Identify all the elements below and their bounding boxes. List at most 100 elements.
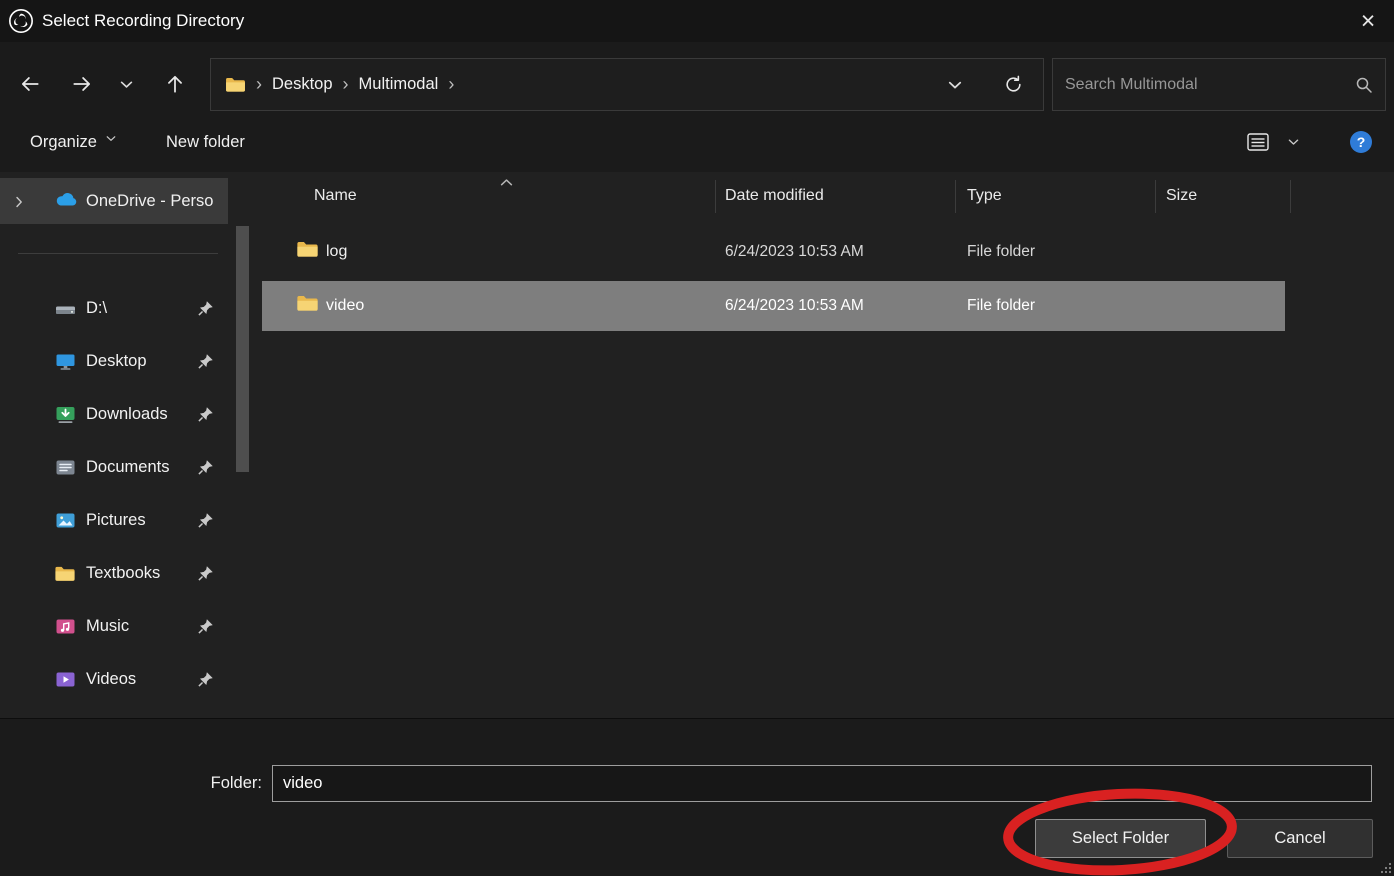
file-list: Name Date modified Type Size log 6/24/20… [260, 172, 1394, 718]
breadcrumb-multimodal[interactable]: Multimodal [359, 75, 439, 94]
folder-name-input[interactable] [272, 765, 1372, 802]
search-input[interactable] [1065, 76, 1355, 94]
folder-icon [296, 240, 319, 263]
dialog-chrome: › Desktop › Multimodal › [0, 42, 1394, 172]
sidebar-item-pictures[interactable]: Pictures [0, 494, 236, 547]
videos-icon [54, 670, 78, 690]
breadcrumb-separator: › [256, 74, 262, 95]
sidebar-item-label: Downloads [86, 405, 168, 424]
dialog-body: OneDrive - Perso D:\ De [0, 172, 1394, 718]
sidebar-divider [18, 253, 218, 254]
music-icon [54, 617, 78, 637]
pin-icon[interactable] [197, 300, 214, 317]
obs-logo-icon [8, 8, 34, 34]
breadcrumb-separator: › [343, 74, 349, 95]
sidebar-item-label: Desktop [86, 352, 147, 371]
sidebar-item-label: Music [86, 617, 129, 636]
file-date-modified: 6/24/2023 10:53 AM [725, 281, 864, 331]
sidebar-scrollbar-thumb[interactable] [236, 226, 249, 472]
column-divider[interactable] [955, 180, 956, 213]
navigation-pane: OneDrive - Perso D:\ De [0, 172, 260, 718]
view-mode-dropdown[interactable] [1284, 112, 1303, 172]
file-dialog-window: Select Recording Directory × › Desktop [0, 0, 1394, 876]
sidebar-item-textbooks[interactable]: Textbooks [0, 547, 236, 600]
pictures-icon [54, 511, 78, 531]
back-button[interactable] [10, 64, 50, 104]
pin-icon[interactable] [197, 565, 214, 582]
sidebar-item-label: Documents [86, 458, 169, 477]
forward-button[interactable] [62, 64, 102, 104]
column-header-name[interactable]: Name [314, 172, 357, 220]
desktop-icon [54, 352, 78, 372]
pin-icon[interactable] [197, 459, 214, 476]
breadcrumb-separator: › [448, 74, 454, 95]
up-arrow-icon [164, 73, 186, 95]
sidebar-item-label: OneDrive - Perso [86, 178, 213, 224]
file-row-log[interactable]: log 6/24/2023 10:53 AM File folder [262, 227, 1285, 277]
file-date-modified: 6/24/2023 10:53 AM [725, 227, 864, 277]
address-bar[interactable]: › Desktop › Multimodal › [210, 58, 1044, 111]
sidebar-pinned-list: D:\ Desktop [0, 282, 236, 706]
pin-icon[interactable] [197, 512, 214, 529]
sort-ascending-icon [500, 174, 513, 192]
breadcrumb-desktop[interactable]: Desktop [272, 75, 333, 94]
drive-icon [54, 299, 78, 319]
expander-chevron-icon[interactable] [14, 195, 24, 213]
address-dropdown-button[interactable] [948, 80, 962, 90]
chevron-down-icon [106, 135, 116, 142]
sidebar-item-downloads[interactable]: Downloads [0, 388, 236, 441]
onedrive-cloud-icon [54, 191, 79, 213]
file-type: File folder [967, 227, 1035, 277]
up-button[interactable] [154, 64, 196, 104]
chevron-down-icon [948, 80, 962, 90]
organize-button[interactable]: Organize [20, 112, 126, 172]
sidebar-item-d-drive[interactable]: D:\ [0, 282, 236, 335]
sidebar-item-desktop[interactable]: Desktop [0, 335, 236, 388]
column-header-type[interactable]: Type [967, 172, 1002, 220]
help-button[interactable]: ? [1350, 131, 1372, 153]
sidebar-item-label: Textbooks [86, 564, 160, 583]
organize-label: Organize [30, 133, 97, 152]
sidebar-item-label: Videos [86, 670, 136, 689]
resize-grip[interactable] [1379, 861, 1393, 875]
downloads-icon [54, 405, 78, 425]
chevron-down-icon [120, 80, 133, 89]
file-name: video [326, 281, 364, 331]
view-mode-button[interactable] [1240, 112, 1276, 172]
column-header-size[interactable]: Size [1166, 172, 1197, 220]
search-box [1052, 58, 1386, 111]
sidebar-item-documents[interactable]: Documents [0, 441, 236, 494]
sidebar-item-videos[interactable]: Videos [0, 653, 236, 706]
new-folder-label: New folder [166, 133, 245, 152]
folder-icon [54, 564, 78, 584]
documents-icon [54, 458, 78, 478]
new-folder-button[interactable]: New folder [156, 112, 255, 172]
pin-icon[interactable] [197, 671, 214, 688]
back-arrow-icon [19, 73, 41, 95]
file-row-video[interactable]: video 6/24/2023 10:53 AM File folder [262, 281, 1285, 331]
refresh-button[interactable] [1004, 75, 1023, 94]
recent-locations-button[interactable] [108, 64, 144, 104]
file-name: log [326, 227, 347, 277]
column-divider[interactable] [715, 180, 716, 213]
dialog-footer: Folder: Select Folder Cancel [0, 718, 1394, 876]
sidebar-item-music[interactable]: Music [0, 600, 236, 653]
column-divider[interactable] [1155, 180, 1156, 213]
pin-icon[interactable] [197, 618, 214, 635]
search-icon [1355, 76, 1373, 94]
details-view-icon [1246, 131, 1270, 153]
sidebar-item-onedrive[interactable]: OneDrive - Perso [0, 178, 228, 224]
file-type: File folder [967, 281, 1035, 331]
pin-icon[interactable] [197, 406, 214, 423]
folder-icon [225, 76, 246, 93]
refresh-icon [1004, 75, 1023, 94]
cancel-button[interactable]: Cancel [1227, 819, 1373, 858]
column-divider[interactable] [1290, 180, 1291, 213]
select-folder-button[interactable]: Select Folder [1035, 819, 1206, 858]
pin-icon[interactable] [197, 353, 214, 370]
column-header-date-modified[interactable]: Date modified [725, 172, 824, 220]
close-button[interactable]: × [1346, 0, 1390, 42]
folder-field-label: Folder: [150, 765, 262, 802]
window-title: Select Recording Directory [42, 0, 244, 42]
forward-arrow-icon [71, 73, 93, 95]
